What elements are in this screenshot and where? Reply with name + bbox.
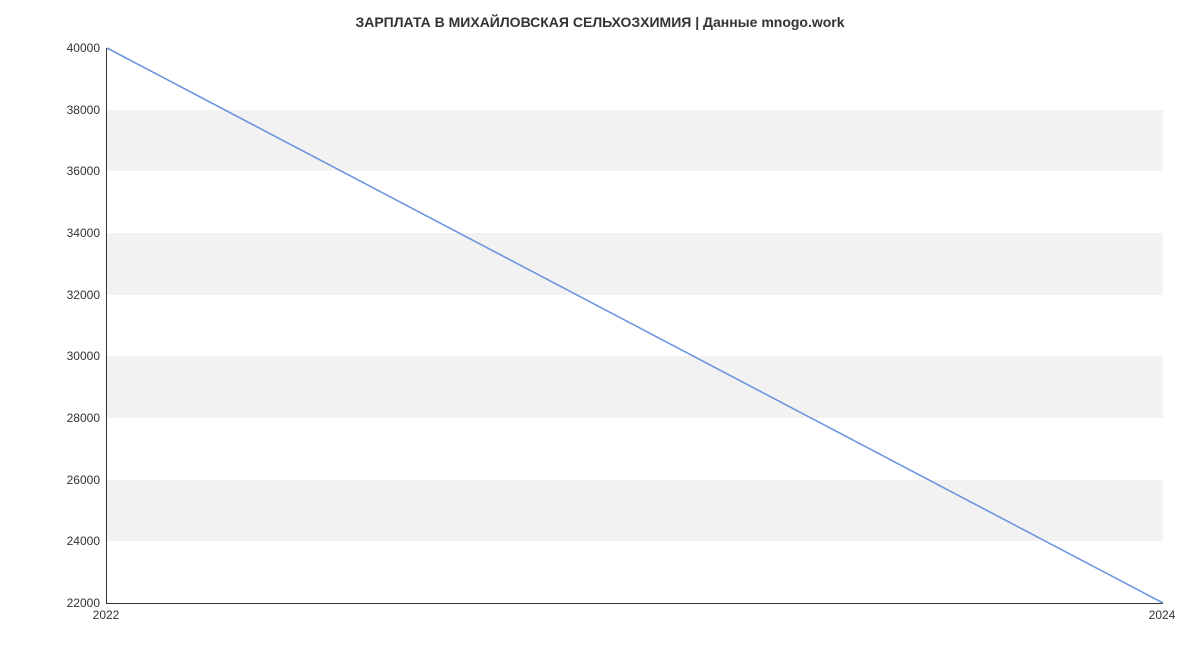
data-line <box>107 48 1163 603</box>
y-tick-label: 32000 <box>50 288 100 302</box>
x-tick-label: 2024 <box>1149 608 1176 622</box>
chart-container: ЗАРПЛАТА В МИХАЙЛОВСКАЯ СЕЛЬХОЗХИМИЯ | Д… <box>0 0 1200 650</box>
x-tick-label: 2022 <box>93 608 120 622</box>
y-tick-label: 30000 <box>50 349 100 363</box>
y-tick-label: 36000 <box>50 164 100 178</box>
y-tick-label: 24000 <box>50 534 100 548</box>
chart-svg <box>107 48 1163 603</box>
y-tick-label: 26000 <box>50 473 100 487</box>
y-tick-label: 40000 <box>50 41 100 55</box>
chart-title: ЗАРПЛАТА В МИХАЙЛОВСКАЯ СЕЛЬХОЗХИМИЯ | Д… <box>0 0 1200 40</box>
plot-area <box>106 48 1163 604</box>
y-tick-label: 28000 <box>50 411 100 425</box>
y-tick-label: 34000 <box>50 226 100 240</box>
y-tick-label: 38000 <box>50 103 100 117</box>
